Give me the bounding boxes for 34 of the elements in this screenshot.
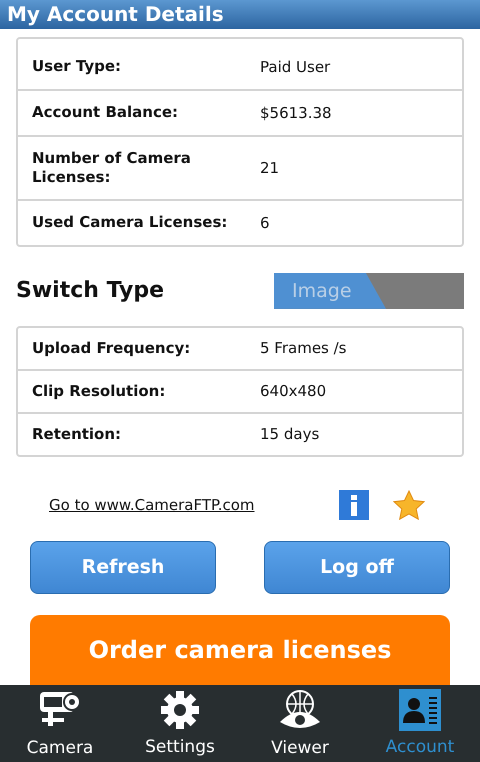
logoff-button[interactable]: Log off <box>264 540 450 594</box>
tab-label: Settings <box>145 737 215 758</box>
info-icon[interactable] <box>339 490 369 520</box>
row-label: Clip Resolution: <box>32 382 166 401</box>
screen-title: My Account Details <box>7 2 224 26</box>
tab-label: Viewer <box>271 738 329 758</box>
nav-tab[interactable]: Viewer <box>240 684 360 762</box>
row-value: Paid User <box>260 58 330 76</box>
row-value: 640x480 <box>260 382 326 400</box>
row-label: Account Balance: <box>32 103 180 122</box>
type-toggle[interactable]: Image <box>274 272 464 309</box>
refresh-button[interactable]: Refresh <box>30 540 216 594</box>
tab-label: Camera <box>26 738 94 758</box>
nav-tab[interactable]: Account <box>360 684 480 762</box>
row-label: Retention: <box>32 424 122 444</box>
contact-card-icon <box>399 689 441 732</box>
nav-tab[interactable]: Settings <box>120 684 240 762</box>
row-label: Upload Frequency: <box>32 338 192 358</box>
row-value: $5613.38 <box>260 104 332 122</box>
order-button[interactable]: Order camera licenses <box>30 614 450 685</box>
row-value: 21 <box>260 158 280 177</box>
row-value: 5 Frames /s <box>260 339 346 358</box>
row-value: 15 days <box>260 425 320 444</box>
website-link[interactable]: Go to www.CameraFTP.com <box>49 496 339 514</box>
tab-label: Account <box>386 737 454 758</box>
row-label: User Type: <box>32 57 122 76</box>
settings-icon <box>159 689 201 732</box>
row-label: Used Camera Licenses: <box>32 213 228 232</box>
switch-label: Switch Type <box>16 278 164 304</box>
nav-tab[interactable]: Camera <box>0 684 120 762</box>
toggle-option: Image <box>274 272 386 309</box>
row-value: 6 <box>260 214 270 232</box>
row-label: Number of Camera Licenses: <box>32 148 192 187</box>
star-icon[interactable] <box>393 490 425 520</box>
